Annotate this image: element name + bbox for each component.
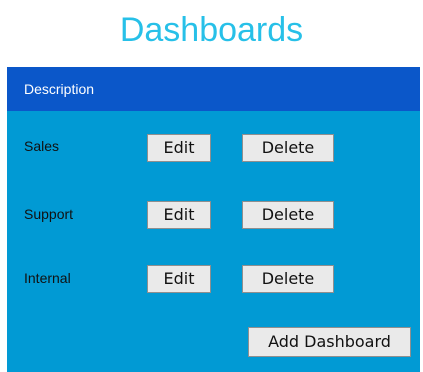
delete-button-internal[interactable]: Delete xyxy=(242,265,334,293)
dashboard-name-internal: Internal xyxy=(24,270,71,286)
dashboard-name-sales: Sales xyxy=(24,138,60,154)
edit-button-sales[interactable]: Edit xyxy=(147,134,211,162)
delete-button-sales[interactable]: Delete xyxy=(242,134,334,162)
delete-button-support[interactable]: Delete xyxy=(242,201,334,229)
add-dashboard-button[interactable]: Add Dashboard xyxy=(248,327,411,357)
table-header: Description xyxy=(7,67,420,111)
description-column-header: Description xyxy=(24,81,95,97)
dashboard-name-support: Support xyxy=(24,206,74,222)
dashboards-table: Description Sales Edit Delete Support Ed… xyxy=(7,67,420,372)
page-title: Dashboards xyxy=(119,11,304,49)
edit-button-support[interactable]: Edit xyxy=(147,201,211,229)
dashboards-page: Dashboards Description Sales Edit Delete… xyxy=(0,0,423,372)
edit-button-internal[interactable]: Edit xyxy=(147,265,211,293)
